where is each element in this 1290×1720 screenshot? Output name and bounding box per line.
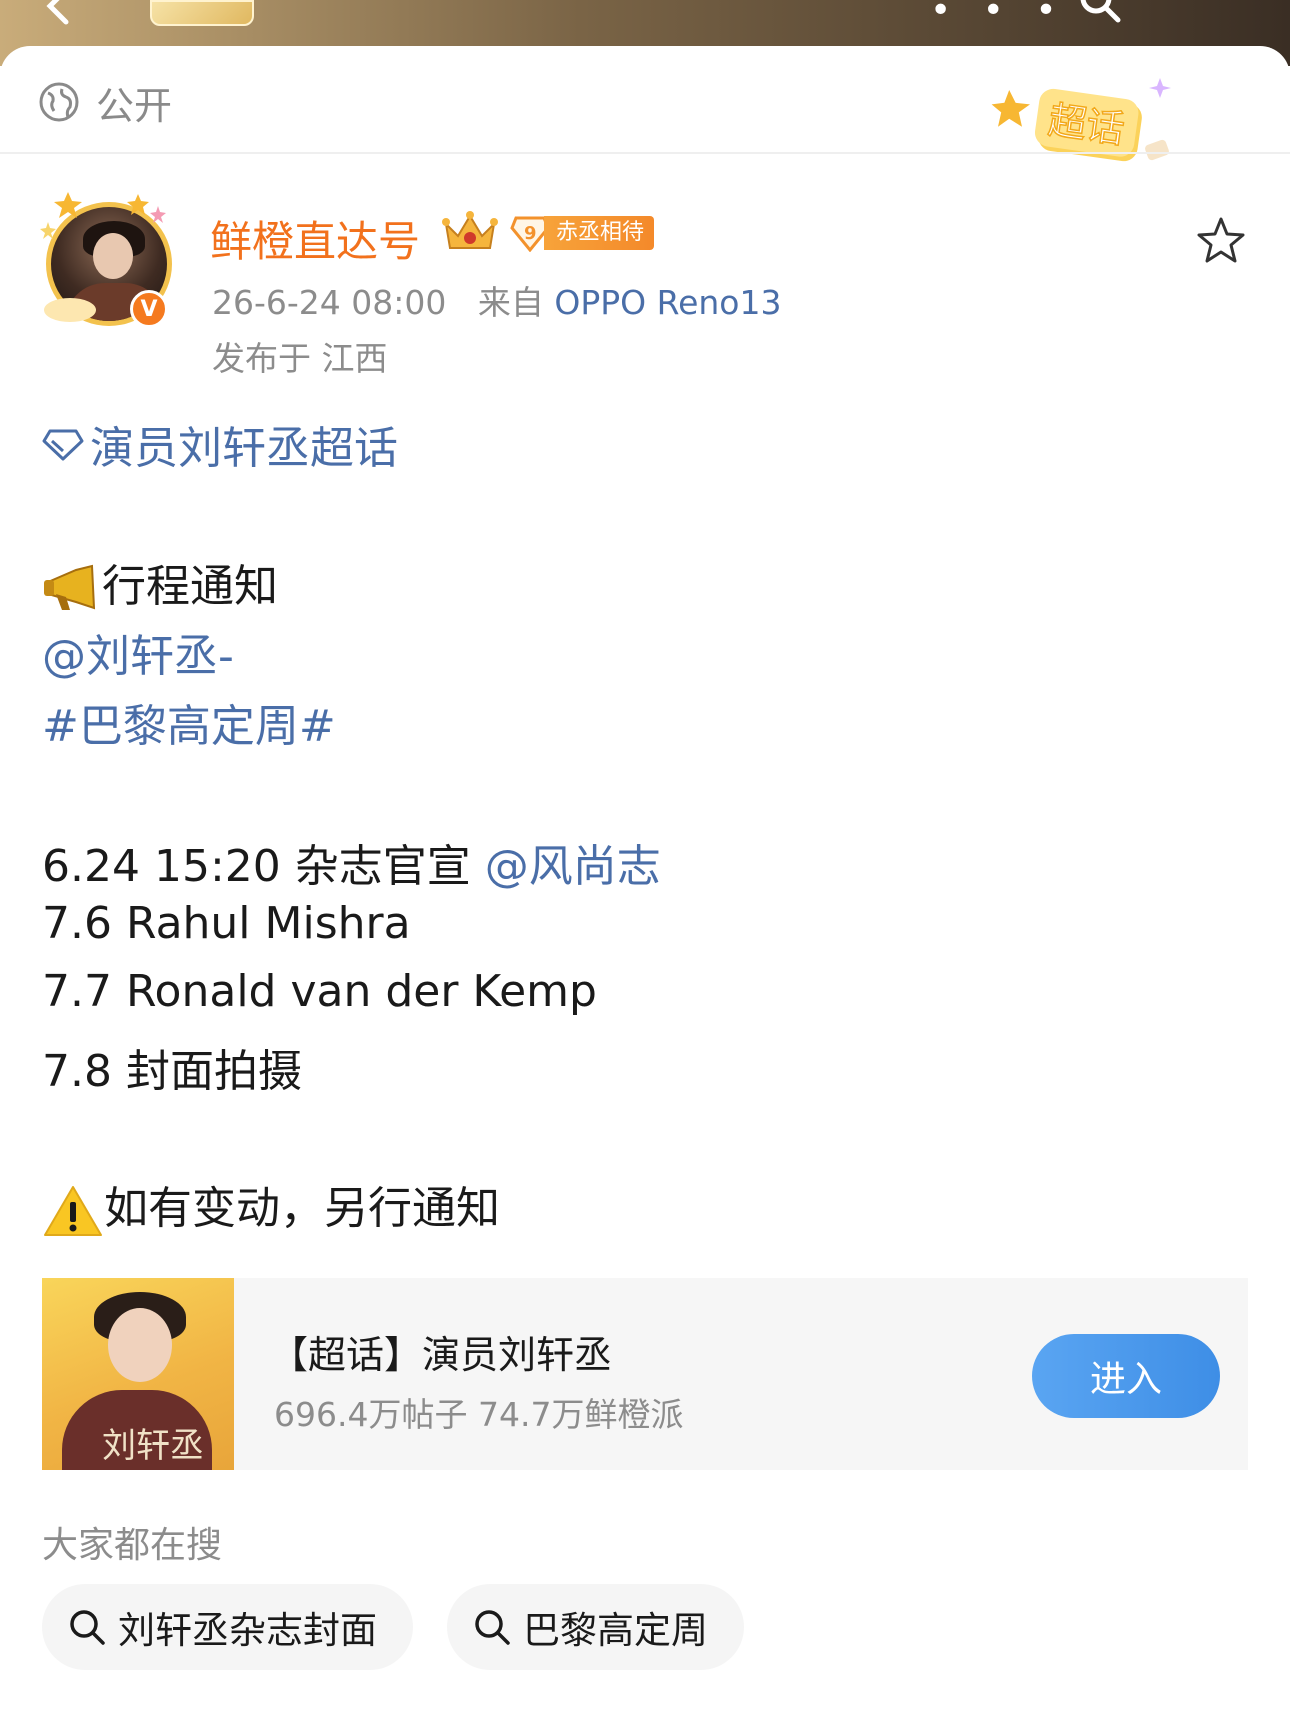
supertopic-card[interactable]: 刘轩丞 【超话】演员刘轩丞 696.4万帖子 74.7万鲜橙派 进入 — [42, 1278, 1248, 1470]
megaphone-icon — [44, 564, 96, 610]
cover-text: 刘轩丞 — [102, 1426, 204, 1466]
mention-link[interactable]: @刘轩丞- — [42, 620, 234, 684]
search-icon — [70, 1610, 105, 1645]
author-name[interactable]: 鲜橙直达号 — [210, 208, 420, 269]
visibility-row: 公开 — [38, 78, 172, 128]
heading-text: 行程通知 — [102, 561, 278, 612]
enter-button[interactable]: 进入 — [1032, 1334, 1220, 1418]
diamond-icon — [42, 429, 84, 461]
warning-icon — [44, 1186, 102, 1236]
search-icon — [475, 1610, 510, 1645]
trending-title: 大家都在搜 — [42, 1525, 223, 1566]
globe-icon — [39, 82, 79, 122]
supertopic-link[interactable]: 演员刘轩丞超话 — [42, 412, 398, 476]
device-link[interactable]: OPPO Reno13 — [554, 283, 781, 322]
notice-line: 如有变动，另行通知 — [42, 1172, 500, 1238]
crown-icon — [442, 211, 498, 249]
topbar-thumbnail[interactable] — [150, 0, 254, 26]
source-prefix: 来自 — [477, 283, 544, 322]
notice-text: 如有变动，另行通知 — [104, 1183, 500, 1234]
fan-level-number: 9 — [524, 223, 537, 244]
visibility-label: 公开 — [96, 83, 173, 128]
trending-chip[interactable]: 刘轩丞杂志封面 — [42, 1584, 413, 1670]
post-meta: 26-6-24 08:00 来自 OPPO Reno13 — [212, 276, 781, 324]
more-icon[interactable]: • • • — [930, 0, 1067, 31]
schedule-line-4: 7.8 封面拍摄 — [42, 1046, 302, 1097]
post-location: 发布于 江西 — [212, 339, 388, 378]
supertopic-cover: 刘轩丞 — [42, 1278, 234, 1470]
schedule-text: 6.24 15:20 杂志官宣 — [42, 841, 471, 892]
supertopic-text: 演员刘轩丞超话 — [90, 423, 398, 474]
schedule-line-3: 7.7 Ronald van der Kemp — [42, 966, 597, 1017]
verified-icon: V — [130, 290, 168, 328]
trending-chip-label: 巴黎高定周 — [523, 1609, 708, 1652]
schedule-line-2: 7.6 Rahul Mishra — [42, 898, 411, 949]
chaohua-sticker: 超话 — [991, 78, 1171, 162]
hashtag-link[interactable]: #巴黎高定周# — [42, 690, 336, 754]
star-icon[interactable] — [1196, 216, 1246, 264]
trending-chip-label: 刘轩丞杂志封面 — [118, 1609, 377, 1652]
divider — [0, 152, 1290, 154]
card-stats: 696.4万帖子 74.7万鲜橙派 — [274, 1395, 684, 1434]
back-icon[interactable] — [40, 0, 80, 26]
post-time: 26-6-24 08:00 — [212, 283, 447, 322]
search-icon[interactable] — [1078, 0, 1122, 24]
schedule-mention-link[interactable]: @风尚志 — [485, 841, 661, 892]
heading-line: 行程通知 — [42, 550, 278, 614]
fan-level-badge[interactable]: 9 赤丞相待 — [510, 214, 655, 252]
trending-chip[interactable]: 巴黎高定周 — [447, 1584, 744, 1670]
schedule-line-1: 6.24 15:20 杂志官宣 @风尚志 — [42, 830, 661, 894]
card-title: 【超话】演员刘轩丞 — [270, 1333, 613, 1377]
fan-badge-label: 赤丞相待 — [544, 216, 655, 250]
